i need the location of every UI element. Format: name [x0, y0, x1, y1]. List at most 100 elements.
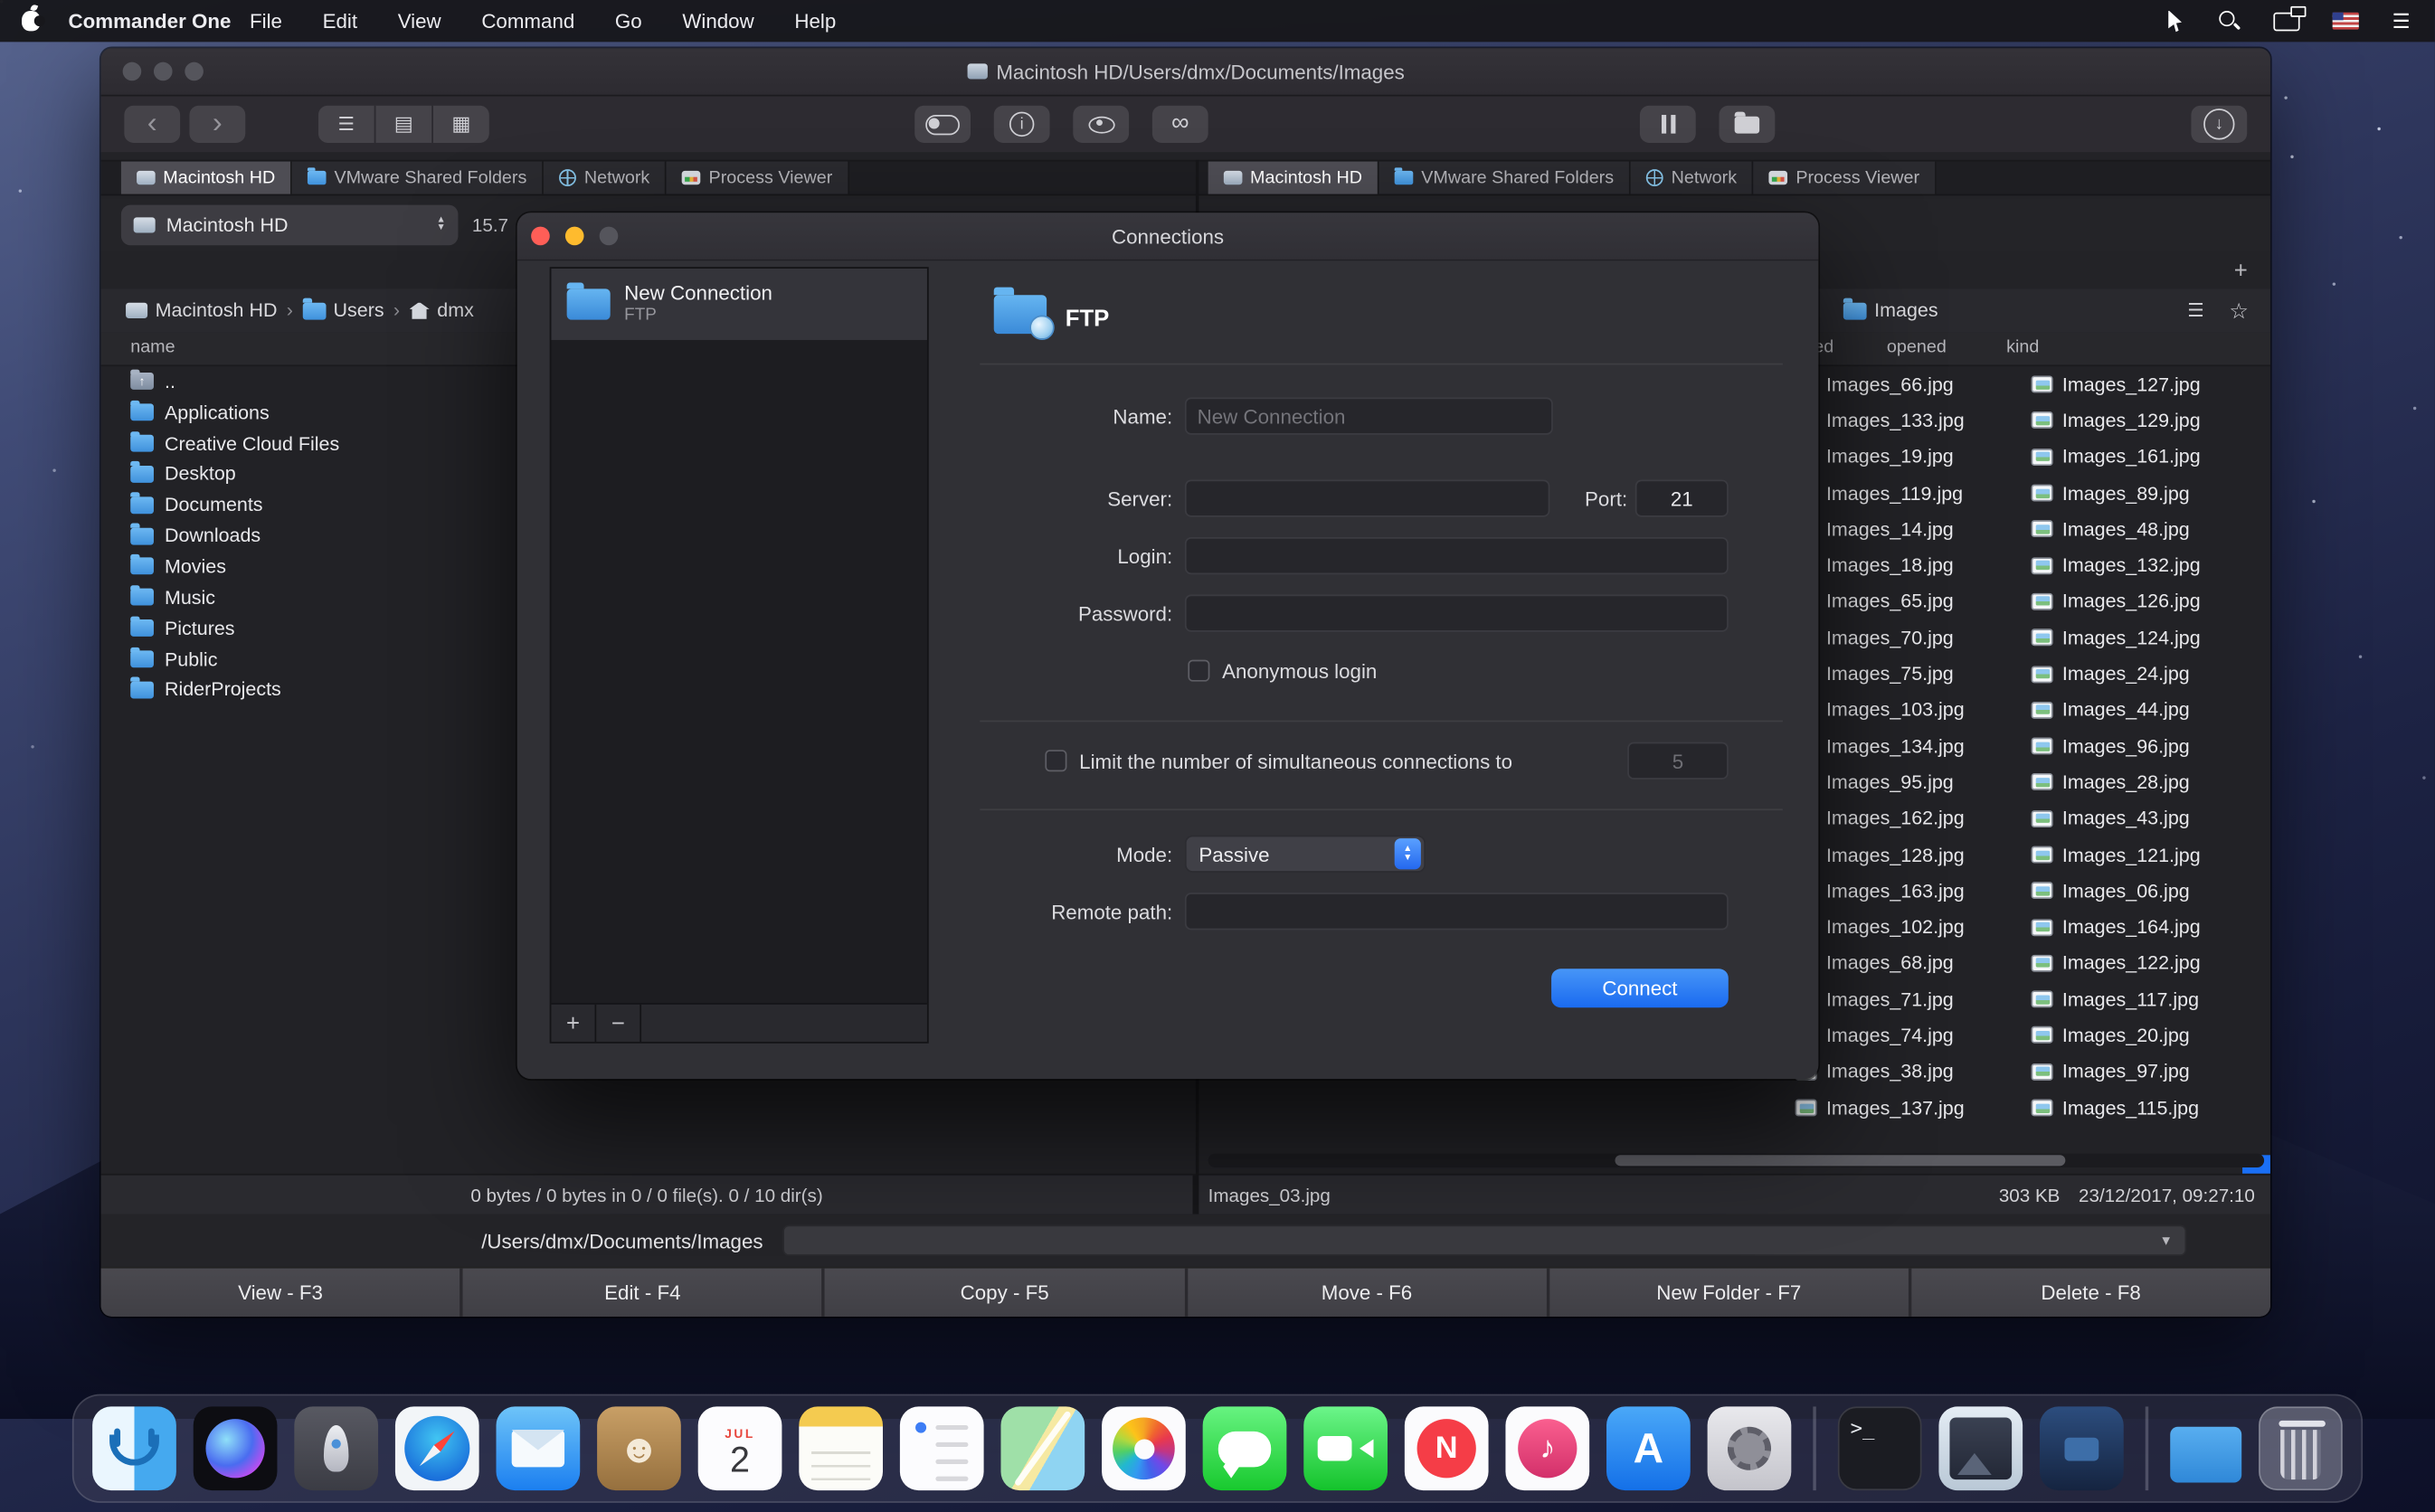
file-row[interactable]: Images_43.jpg — [2032, 800, 2268, 836]
itunes-icon[interactable] — [1505, 1406, 1589, 1490]
displays-icon[interactable] — [2274, 12, 2300, 31]
breadcrumb-item[interactable]: dmx — [409, 299, 473, 321]
app-menu-title[interactable]: Commander One — [69, 9, 232, 33]
limit-connections-checkbox[interactable] — [1045, 750, 1066, 771]
maps-icon[interactable] — [1000, 1406, 1085, 1490]
file-row[interactable]: Images_44.jpg — [2032, 692, 2268, 728]
apple-logo-icon[interactable] — [22, 11, 41, 31]
file-row[interactable]: Images_163.jpg — [1795, 873, 2032, 909]
file-row[interactable]: Images_126.jpg — [2032, 583, 2268, 619]
file-row[interactable]: Images_14.jpg — [1795, 511, 2032, 547]
notes-icon[interactable] — [799, 1406, 883, 1490]
file-row[interactable]: Images_95.jpg — [1795, 764, 2032, 800]
column-header-opened[interactable]: opened — [1887, 338, 1947, 357]
forward-button[interactable] — [189, 106, 245, 143]
command-line-input[interactable] — [783, 1225, 2187, 1256]
zoom-button[interactable] — [185, 62, 204, 81]
file-row[interactable]: Images_28.jpg — [2032, 764, 2268, 800]
zoom-button[interactable] — [600, 227, 619, 246]
pane-tab[interactable]: Process Viewer — [1754, 162, 1937, 194]
file-row[interactable]: Images_124.jpg — [2032, 619, 2268, 656]
file-row[interactable]: Images_117.jpg — [2032, 981, 2268, 1017]
queue-button[interactable] — [1640, 106, 1696, 143]
downloads-folder-icon[interactable] — [2170, 1427, 2241, 1483]
pane-tab[interactable]: Network — [1631, 162, 1754, 194]
file-row[interactable]: Images_70.jpg — [1795, 619, 2032, 656]
drive-selector[interactable]: Macintosh HD — [121, 205, 459, 246]
connect-button[interactable]: Connect — [1551, 969, 1729, 1007]
pane-tab[interactable]: Macintosh HD — [121, 162, 292, 194]
function-key-button[interactable]: Edit - F4 — [463, 1269, 825, 1317]
app-store-icon[interactable] — [1606, 1406, 1691, 1490]
file-row[interactable]: Images_128.jpg — [1795, 836, 2032, 873]
file-row[interactable]: Images_97.jpg — [2032, 1054, 2268, 1090]
messages-icon[interactable] — [1203, 1406, 1287, 1490]
pane-tab[interactable]: VMware Shared Folders — [292, 162, 544, 194]
safari-icon[interactable] — [395, 1406, 479, 1490]
favorites-star-icon[interactable] — [2229, 298, 2249, 324]
file-row[interactable]: Images_68.jpg — [1795, 945, 2032, 981]
menu-item[interactable]: View — [398, 9, 441, 33]
close-button[interactable] — [531, 227, 550, 246]
breadcrumb-item[interactable]: Macintosh HD — [126, 299, 277, 321]
file-row[interactable]: Images_75.jpg — [1795, 656, 2032, 692]
pane-tab[interactable]: VMware Shared Folders — [1379, 162, 1631, 194]
function-key-button[interactable]: Delete - F8 — [1911, 1269, 2270, 1317]
reminders-icon[interactable] — [900, 1406, 984, 1490]
function-key-button[interactable]: Move - F6 — [1188, 1269, 1549, 1317]
preview-button[interactable] — [1073, 106, 1129, 143]
file-row[interactable]: Images_18.jpg — [1795, 547, 2032, 583]
file-row[interactable]: Images_119.jpg — [1795, 475, 2032, 511]
launchpad-icon[interactable] — [294, 1406, 378, 1490]
keyboard-flag-icon[interactable] — [2333, 13, 2359, 30]
file-row[interactable]: Images_137.jpg — [1795, 1090, 2032, 1126]
file-row[interactable]: Images_38.jpg — [1795, 1054, 2032, 1090]
calendar-icon[interactable]: JUL 2 — [698, 1406, 782, 1490]
list-menu-icon[interactable] — [2187, 299, 2203, 321]
file-row[interactable]: Images_133.jpg — [1795, 402, 2032, 439]
file-row[interactable]: Images_162.jpg — [1795, 800, 2032, 836]
minimize-button[interactable] — [565, 227, 584, 246]
file-row[interactable]: Images_74.jpg — [1795, 1017, 2032, 1054]
function-key-button[interactable]: Copy - F5 — [825, 1269, 1187, 1317]
add-tab-button[interactable] — [2227, 256, 2255, 284]
column-header-name[interactable]: name — [130, 338, 175, 357]
folder-button[interactable] — [1719, 106, 1775, 143]
file-row[interactable]: Images_89.jpg — [2032, 475, 2268, 511]
system-preferences-icon[interactable] — [1708, 1406, 1792, 1490]
remote-path-field[interactable] — [1185, 893, 1729, 930]
siri-icon[interactable] — [194, 1406, 278, 1490]
file-row[interactable]: Images_19.jpg — [1795, 439, 2032, 475]
search-files-button[interactable] — [1152, 106, 1208, 143]
photos-icon[interactable] — [1102, 1406, 1186, 1490]
full-view-button[interactable] — [318, 106, 374, 143]
menu-item[interactable]: Help — [794, 9, 836, 33]
terminal-icon[interactable] — [1838, 1406, 1922, 1490]
connection-list-item[interactable]: New Connection FTP — [551, 269, 926, 340]
file-row[interactable]: Images_24.jpg — [2032, 656, 2268, 692]
scrollbar-thumb[interactable] — [1615, 1155, 2065, 1166]
add-connection-button[interactable] — [551, 1005, 596, 1042]
file-row[interactable]: Images_121.jpg — [2032, 836, 2268, 873]
menu-item[interactable]: File — [250, 9, 282, 33]
minimize-button[interactable] — [154, 62, 173, 81]
password-field[interactable] — [1185, 595, 1729, 632]
file-row[interactable]: Images_127.jpg — [2032, 366, 2268, 402]
trash-icon[interactable] — [2259, 1406, 2343, 1490]
name-field[interactable] — [1185, 398, 1553, 435]
news-icon[interactable] — [1405, 1406, 1489, 1490]
file-row[interactable]: Images_66.jpg — [1795, 366, 2032, 402]
file-row[interactable]: Images_102.jpg — [1795, 909, 2032, 945]
breadcrumb-item[interactable]: Users — [302, 299, 384, 321]
menu-item[interactable]: Window — [682, 9, 753, 33]
hidden-files-toggle-button[interactable] — [914, 106, 971, 143]
file-row[interactable]: Images_71.jpg — [1795, 981, 2032, 1017]
file-row[interactable]: Images_129.jpg — [2032, 402, 2268, 439]
preview-thumbnail-icon[interactable] — [1938, 1406, 2023, 1490]
anonymous-login-checkbox[interactable] — [1188, 660, 1209, 682]
server-field[interactable] — [1185, 479, 1549, 516]
contacts-icon[interactable] — [597, 1406, 681, 1490]
file-row[interactable]: Images_161.jpg — [2032, 439, 2268, 475]
function-key-button[interactable]: New Folder - F7 — [1549, 1269, 1911, 1317]
file-row[interactable]: Images_20.jpg — [2032, 1017, 2268, 1054]
